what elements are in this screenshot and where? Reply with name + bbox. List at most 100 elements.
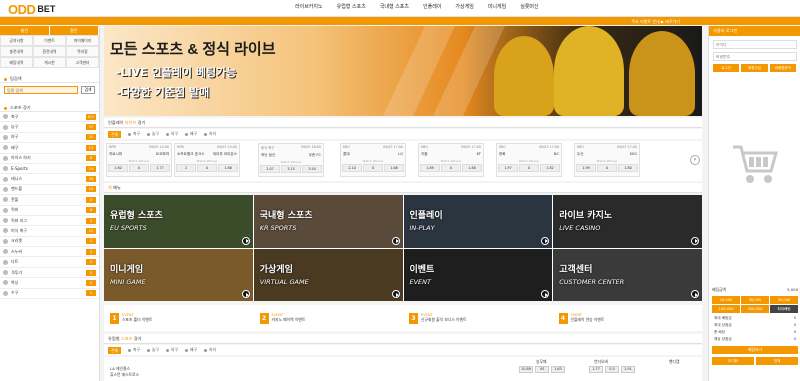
nav-item-eu-sports[interactable]: 유럽형 스포츠: [330, 3, 373, 12]
odd-away[interactable]: 1.86: [218, 164, 238, 172]
list-item[interactable]: 다트 2: [0, 257, 99, 268]
bet-amount-value[interactable]: 5,000: [787, 286, 798, 294]
filter-hockey[interactable]: 하키: [204, 131, 216, 137]
list-item[interactable]: 배구 13: [0, 143, 99, 154]
event-notice-item[interactable]: 2 EVENT 카지노 페이백 이벤트: [254, 305, 404, 331]
odd-draw[interactable]: 0: [441, 164, 461, 172]
menu-event[interactable]: 이벤트: [33, 35, 66, 46]
card-live-casino[interactable]: 라이브 카지노 LIVE CASINO: [553, 195, 702, 248]
list-item[interactable]: E-Sports 14: [0, 164, 99, 175]
card-mini-game[interactable]: 미니게임 MINI GAME: [104, 248, 253, 301]
notice-strip[interactable]: 주요 이벤트 안내 ▶ 바로가기: [631, 19, 680, 25]
chip-button[interactable]: 30,000: [741, 296, 769, 304]
chip-button[interactable]: 10,000: [712, 296, 740, 304]
nav-item-kr-sports[interactable]: 국내형 스포츠: [373, 3, 416, 12]
event-notice-item[interactable]: 1 EVENT 스포츠 폴더 이벤트: [104, 305, 254, 331]
event-notice-item[interactable]: 4 EVENT 인플레이 연승 이벤트: [553, 305, 703, 331]
card-kr-sports[interactable]: 국내형 스포츠 KR SPORTS: [253, 195, 403, 248]
all-button[interactable]: 전체: [756, 357, 798, 365]
menu-notice[interactable]: 공지사항: [0, 35, 33, 46]
odd-cell[interactable]: VS: [535, 366, 549, 373]
logo[interactable]: ODD BET: [8, 2, 55, 17]
filter-volleyball[interactable]: 배구: [185, 131, 197, 137]
list-item[interactable]: 핸드볼 19: [0, 185, 99, 196]
list-item[interactable]: 크리켓 3: [0, 237, 99, 248]
odd-home[interactable]: 1.89: [420, 164, 440, 172]
odd-cell[interactable]: 0.5: [605, 366, 619, 373]
filter-basketball[interactable]: 농구: [147, 131, 159, 137]
menu-withdraw-history[interactable]: 환전내역: [33, 46, 66, 57]
menu-support[interactable]: 고객센터: [66, 57, 99, 68]
password-input[interactable]: [713, 52, 797, 61]
match-card[interactable]: 중국 축구 09/03 16:00 허난 쑹산 우한 FC Match Winner…: [258, 143, 324, 177]
list-item[interactable]: 격투기 5: [0, 268, 99, 279]
list-item[interactable]: 축구 611: [0, 112, 99, 123]
list-item[interactable]: 풋볼 4: [0, 195, 99, 206]
chip-button[interactable]: 100,000: [712, 305, 740, 313]
tab-deposit[interactable]: 충전: [0, 26, 50, 35]
filter-basketball[interactable]: 농구: [147, 347, 159, 353]
odd-home[interactable]: 2.10: [342, 164, 362, 172]
odd-draw[interactable]: 0: [597, 164, 617, 172]
match-card[interactable]: NPB 09/03 14:00 소프트뱅크 호크스 세이부 라이온스 Match W…: [174, 143, 240, 177]
menu-board[interactable]: 게시판: [33, 57, 66, 68]
list-item[interactable]: 테니스 26: [0, 174, 99, 185]
list-item[interactable]: 럭비 리그 5: [0, 216, 99, 227]
list-item[interactable]: 농구 37: [0, 122, 99, 133]
list-item[interactable]: 야구 20: [0, 133, 99, 144]
card-inplay[interactable]: 인플레이 IN-PLAY: [403, 195, 553, 248]
odd-cell[interactable]: 1.91: [621, 366, 635, 373]
odd-away[interactable]: 1.77: [150, 164, 170, 172]
max-bet-button[interactable]: 최대베팅: [770, 305, 798, 313]
hero-banner[interactable]: 모든 스포츠 & 정식 라이브 -LIVE 인플레이 베팅가능 -다양한 기준점…: [104, 26, 702, 116]
list-item[interactable]: 복싱 2: [0, 278, 99, 289]
odd-away[interactable]: 1.80: [618, 164, 638, 172]
odd-home[interactable]: 2.07: [260, 165, 280, 173]
odd-home[interactable]: 1.99: [576, 164, 596, 172]
odd-draw[interactable]: 0: [129, 164, 149, 172]
card-event[interactable]: 이벤트 EVENT: [403, 248, 553, 301]
match-card[interactable]: KBO 09/03 17:00 키움 KT Match Winner 1.89 0 1.…: [418, 143, 484, 177]
team-search-button[interactable]: 검색: [81, 86, 95, 94]
odd-away[interactable]: 3.50: [302, 165, 322, 173]
match-card[interactable]: KBO 09/03 17:00 롯데 LG Match Winner 2.10 0 1.…: [340, 143, 406, 177]
odd-away[interactable]: 1.82: [540, 164, 560, 172]
odd-cell[interactable]: 10.89: [519, 366, 533, 373]
team-search-input[interactable]: [4, 86, 78, 94]
match-card[interactable]: NPB 09/03 14:00 히로시마 요코하마 Match Winner 1.8…: [106, 143, 172, 177]
reset-button[interactable]: 초기화: [712, 357, 754, 365]
filter-soccer[interactable]: 축구: [128, 131, 140, 137]
odd-away[interactable]: 1.88: [462, 164, 482, 172]
odd-cell[interactable]: 1.63: [551, 366, 565, 373]
card-eu-sports[interactable]: 유럽형 스포츠 EU SPORTS: [104, 195, 253, 248]
filter-volleyball[interactable]: 배구: [185, 347, 197, 353]
username-input[interactable]: [713, 40, 797, 49]
chevron-right-icon[interactable]: ›: [690, 155, 700, 165]
filter-all[interactable]: 전체: [108, 130, 121, 138]
odd-home[interactable]: 1.97: [498, 164, 518, 172]
tab-withdraw[interactable]: 환전: [49, 26, 99, 35]
nav-item-inplay[interactable]: 인플레이: [416, 3, 448, 12]
list-item[interactable]: 스누커 3: [0, 247, 99, 258]
list-item[interactable]: 수구 1: [0, 289, 99, 300]
menu-deposit-history[interactable]: 충전내역: [0, 46, 33, 57]
odd-cell[interactable]: 1.77: [589, 366, 603, 373]
filter-baseball[interactable]: 야구: [166, 347, 178, 353]
list-item[interactable]: 럭비 6: [0, 206, 99, 216]
nav-item-virtual[interactable]: 가상게임: [448, 3, 480, 12]
nav-item-mini[interactable]: 미니게임: [481, 3, 513, 12]
odd-home[interactable]: 1.80: [108, 164, 128, 172]
odd-draw[interactable]: 0: [197, 164, 217, 172]
login-button[interactable]: 로그인: [713, 64, 740, 72]
event-notice-item[interactable]: 3 EVENT 신규회원 출석 보너스 이벤트: [403, 305, 553, 331]
menu-bet-history[interactable]: 베팅내역: [0, 57, 33, 68]
odd-away[interactable]: 1.68: [384, 164, 404, 172]
menu-mypage[interactable]: 마이페이지: [66, 35, 99, 46]
odd-draw[interactable]: 0: [363, 164, 383, 172]
guest-inquiry-button[interactable]: 비회원문의: [769, 64, 796, 72]
list-item[interactable]: 아이스 하키 8: [0, 154, 99, 164]
filter-baseball[interactable]: 야구: [166, 131, 178, 137]
filter-soccer[interactable]: 축구: [128, 347, 140, 353]
chip-button[interactable]: 50,000: [770, 296, 798, 304]
match-card[interactable]: KBO 09/03 17:00 한화 NC Match Winner 1.97 0 1.…: [496, 143, 562, 177]
